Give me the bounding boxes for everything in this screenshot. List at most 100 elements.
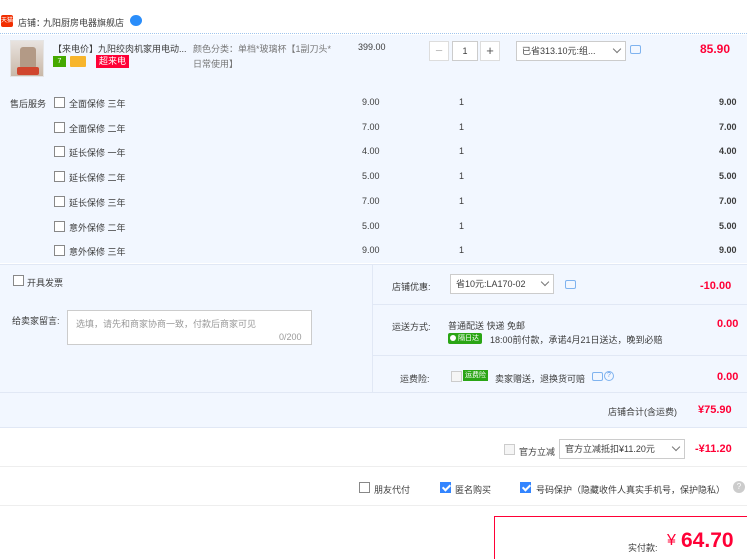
service-checkbox[interactable] [54, 245, 65, 256]
service-total: 5.00 [719, 221, 737, 231]
divider [0, 392, 747, 393]
service-total: 7.00 [719, 196, 737, 206]
quantity-input[interactable]: 1 [452, 41, 478, 61]
unit-price: 399.00 [358, 42, 386, 52]
service-qty: 1 [459, 221, 465, 231]
chevron-down-icon [671, 442, 681, 452]
discount-select[interactable]: 已省313.10元:组... [516, 41, 626, 61]
service-name: 延长保修 三年 [69, 198, 126, 208]
next-day-delivery-badge: 隔日达 [448, 333, 482, 344]
friend-pay-checkbox[interactable] [359, 482, 370, 493]
chevron-down-icon [612, 44, 622, 54]
phone-protection-label[interactable]: 号码保护（隐藏收件人真实手机号，保护隐私） [536, 483, 725, 496]
product-image[interactable] [10, 40, 44, 77]
shipping-cost: 0.00 [717, 318, 739, 330]
phone-protection-checkbox[interactable] [520, 482, 531, 493]
shipping-method: 普通配送 快递 免邮 [448, 321, 526, 331]
product-spec: 颜色分类：单档*玻璃杯【1副刀头*日常使用】 [193, 44, 332, 69]
service-row[interactable]: 意外保修 二年 5.00 1 5.00 [0, 221, 747, 245]
payment-label: 实付款: [628, 543, 658, 553]
seven-day-return-icon: 7 [53, 56, 66, 67]
service-name: 意外保修 三年 [69, 247, 126, 257]
shop-total-amount: ¥75.90 [698, 404, 732, 416]
invoice-checkbox[interactable] [13, 275, 24, 286]
shop-name-link[interactable]: 九阳厨房电器旗舰店 [43, 16, 124, 29]
service-total: 7.00 [719, 122, 737, 132]
service-row[interactable]: 延长保修 一年 4.00 1 4.00 [0, 146, 747, 170]
service-checkbox[interactable] [54, 196, 65, 207]
service-name: 全面保修 三年 [69, 99, 126, 109]
shop-coupon-value: 省10元:LA170-02 [456, 279, 526, 289]
service-row[interactable]: 延长保修 三年 7.00 1 7.00 [0, 196, 747, 220]
official-discount-label: 官方立减 [519, 447, 556, 457]
service-price: 7.00 [362, 122, 380, 132]
shipping-insurance-label: 运费险: [400, 374, 430, 384]
service-checkbox[interactable] [54, 146, 65, 157]
service-row[interactable]: 全面保修 二年 7.00 1 7.00 [0, 122, 747, 146]
official-discount-checkbox[interactable] [504, 444, 515, 455]
service-qty: 1 [459, 196, 465, 206]
chevron-down-icon [540, 277, 550, 287]
discount-select-value: 已省313.10元:组... [522, 46, 596, 56]
quantity-increase-button[interactable]: + [480, 41, 500, 61]
chat-icon[interactable] [130, 15, 142, 26]
message-icon[interactable] [630, 45, 641, 54]
help-icon[interactable]: ? [604, 371, 614, 381]
service-checkbox[interactable] [54, 97, 65, 108]
shipping-insurance-cost: 0.00 [717, 371, 739, 383]
official-discount-value: 官方立减抵扣¥11.20元 [565, 444, 655, 454]
anonymous-purchase-label[interactable]: 匿名购买 [455, 483, 491, 496]
delivery-promise: 18:00前付款，承诺4月21日送达，晚到必赔 [490, 335, 663, 345]
service-price: 5.00 [362, 171, 380, 181]
payment-amount: 64.70 [681, 529, 734, 552]
service-total: 4.00 [719, 146, 737, 156]
message-icon[interactable] [565, 280, 576, 289]
service-qty: 1 [459, 122, 465, 132]
product-title-link[interactable]: 【来电价】九阳绞肉机家用电动... [53, 42, 193, 55]
shop-coupon-amount: -10.00 [700, 280, 732, 292]
tmall-badge-icon: 天猫 [1, 15, 13, 27]
friend-pay-label[interactable]: 朋友代付 [374, 483, 410, 496]
item-subtotal: 85.90 [700, 42, 731, 56]
service-checkbox[interactable] [54, 122, 65, 133]
help-icon[interactable]: ? [733, 481, 745, 493]
service-row[interactable]: 全面保修 三年 9.00 1 9.00 [0, 97, 747, 121]
memo-label: 给卖家留言: [12, 316, 60, 326]
service-checkbox[interactable] [54, 171, 65, 182]
shop-label: 店铺： [18, 18, 46, 28]
service-price: 4.00 [362, 146, 380, 156]
shop-coupon-select[interactable]: 省10元:LA170-02 [450, 274, 554, 294]
shipping-insurance-checkbox[interactable] [451, 371, 462, 382]
service-name: 意外保修 二年 [69, 223, 126, 233]
promo-tag: 超来电 [96, 55, 130, 68]
divider [372, 264, 373, 392]
shipping-label: 运送方式: [392, 322, 431, 332]
service-name: 延长保修 二年 [69, 173, 126, 183]
service-price: 9.00 [362, 245, 380, 255]
service-qty: 1 [459, 97, 465, 107]
payment-currency: ¥ [667, 532, 676, 549]
service-name: 全面保修 二年 [69, 124, 126, 134]
official-discount-select[interactable]: 官方立减抵扣¥11.20元 [559, 439, 685, 459]
divider [0, 505, 747, 506]
service-price: 9.00 [362, 97, 380, 107]
shop-coupon-label: 店铺优惠: [392, 282, 431, 292]
anonymous-purchase-checkbox[interactable] [440, 482, 451, 493]
official-discount-amount: -¥11.20 [695, 443, 732, 455]
service-qty: 1 [459, 146, 465, 156]
service-total: 5.00 [719, 171, 737, 181]
shipping-insurance-badge: 运费险 [463, 370, 488, 381]
invoice-label[interactable]: 开具发票 [27, 276, 63, 289]
shop-total-label: 店铺合计(含运费) [608, 407, 677, 417]
service-row[interactable]: 延长保修 二年 5.00 1 5.00 [0, 171, 747, 195]
service-price: 5.00 [362, 221, 380, 231]
quantity-decrease-button[interactable]: − [429, 41, 449, 61]
service-qty: 1 [459, 171, 465, 181]
shipping-insurance-desc: 卖家赠送，退换货可赔 [495, 374, 586, 384]
order-options-panel [0, 264, 747, 428]
service-total: 9.00 [719, 97, 737, 107]
credit-card-icon [70, 56, 86, 67]
service-checkbox[interactable] [54, 221, 65, 232]
message-icon[interactable] [592, 372, 603, 381]
service-qty: 1 [459, 245, 465, 255]
